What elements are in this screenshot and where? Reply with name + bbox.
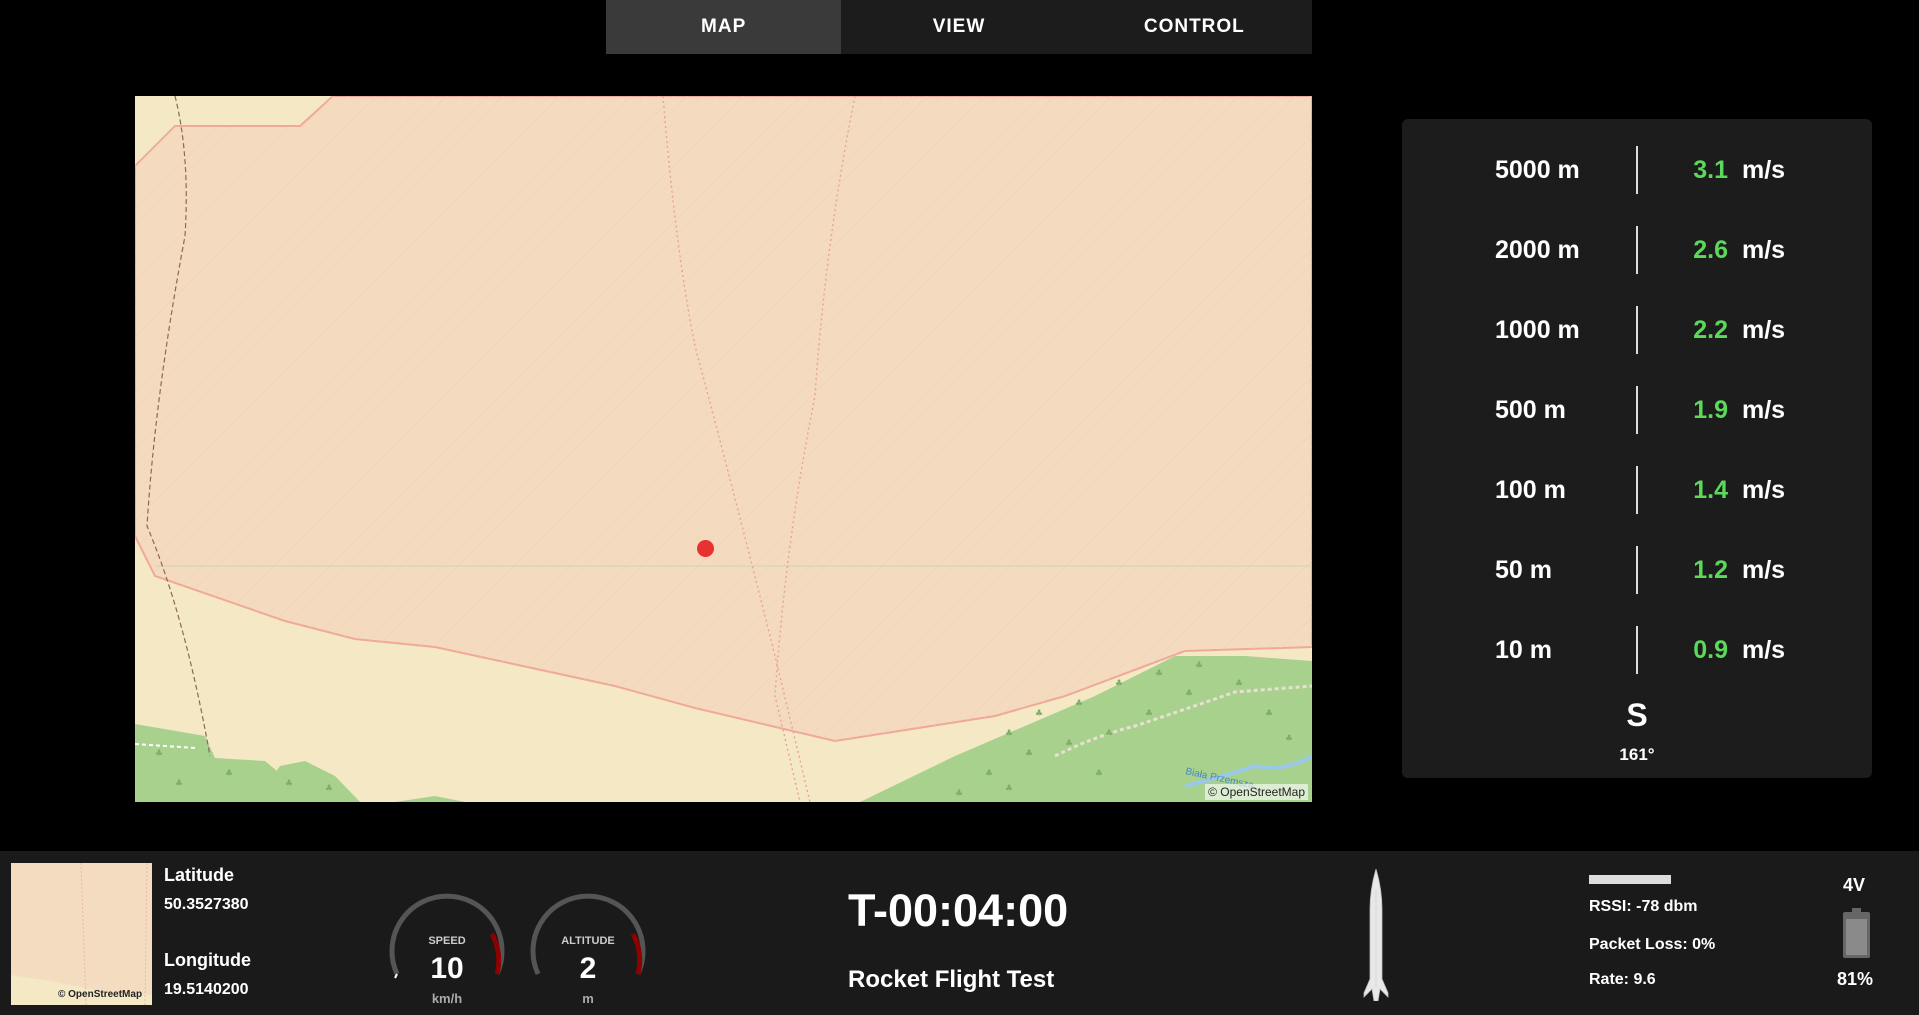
wind-row: 10 m 0.9 m/s: [1402, 626, 1872, 674]
svg-text:♣: ♣: [1095, 769, 1103, 779]
rssi-value: RSSI: -78 dbm: [1589, 898, 1698, 915]
speed-gauge-unit: km/h: [431, 991, 463, 1006]
signal-strength-bar: [1589, 875, 1671, 884]
telemetry-bar: © OpenStreetMap Latitude 50.3527380 Long…: [0, 851, 1919, 1015]
packet-loss-value: Packet Loss: 0%: [1589, 936, 1716, 953]
wind-unit: m/s: [1742, 155, 1786, 184]
longitude-value: 19.5140200: [164, 981, 249, 998]
speed-gauge-value: 10: [430, 952, 464, 985]
minimap-attribution[interactable]: © OpenStreetMap: [58, 989, 142, 1000]
mission-name: Rocket Flight Test: [848, 966, 1055, 993]
battery-percent: 81%: [1837, 969, 1874, 989]
altitude-gauge: ALTITUDE 2 m: [523, 879, 653, 1006]
svg-text:♣: ♣: [985, 769, 993, 779]
latitude-label: Latitude: [164, 865, 234, 885]
speed-gauge-title: SPEED: [428, 935, 466, 947]
divider: [1636, 626, 1638, 674]
wind-speed: 2.6: [1693, 235, 1728, 264]
wind-unit: m/s: [1742, 635, 1786, 664]
svg-text:♣: ♣: [325, 784, 333, 794]
divider: [1636, 546, 1638, 594]
wind-unit: m/s: [1742, 475, 1786, 504]
wind-speed: 1.4: [1693, 475, 1728, 504]
svg-text:♣: ♣: [1155, 669, 1163, 679]
svg-text:♣: ♣: [1265, 709, 1273, 719]
wind-speed: 1.2: [1693, 555, 1728, 584]
svg-text:♣: ♣: [1005, 784, 1013, 794]
wind-altitude: 500 m: [1495, 395, 1566, 424]
map-tiles: Biała Przemsza ♣♣♣ ♣♣♣ ♣♣♣ ♣♣♣ ♣♣♣ ♣ ♣♣ ♣…: [135, 96, 1312, 802]
battery-voltage: 4V: [1843, 875, 1866, 895]
longitude-label: Longitude: [164, 950, 251, 970]
map-view[interactable]: Biała Przemsza ♣ ♣ ♣ ♣ ♣ ♣ ♣ ♣ ♣ ♣ ♣ ♣ ♣ ♣ ♣ ♣ ♣ ♣ ♣…: [135, 96, 1312, 802]
svg-text:♣: ♣: [1145, 709, 1153, 719]
minimap[interactable]: © OpenStreetMap: [11, 863, 152, 1005]
wind-row: 1000 m 2.2 m/s: [1402, 306, 1872, 354]
altitude-gauge-value: 2: [579, 952, 597, 985]
wind-unit: m/s: [1742, 395, 1786, 424]
wind-speed: 1.9: [1693, 395, 1728, 424]
rate-value: Rate: 9.6: [1589, 971, 1656, 988]
svg-text:♣: ♣: [285, 779, 293, 789]
svg-text:♣: ♣: [1025, 749, 1033, 759]
rocket-position-marker[interactable]: [697, 540, 714, 557]
wind-speed: 2.2: [1693, 315, 1728, 344]
svg-text:♣: ♣: [1105, 729, 1113, 739]
wind-altitude: 10 m: [1495, 635, 1552, 664]
rocket-icon: [1363, 869, 1389, 1001]
map-attribution[interactable]: © OpenStreetMap: [1205, 784, 1308, 800]
battery-icon: [1843, 908, 1870, 958]
tab-map[interactable]: MAP: [606, 0, 842, 54]
wind-altitude: 1000 m: [1495, 315, 1580, 344]
divider: [1636, 466, 1638, 514]
wind-row: 5000 m 3.1 m/s: [1402, 146, 1872, 194]
wind-unit: m/s: [1742, 555, 1786, 584]
svg-text:♣: ♣: [1005, 729, 1013, 739]
top-tabs: MAP VIEW CONTROL: [606, 0, 1312, 54]
wind-speed: 0.9: [1693, 635, 1728, 664]
svg-text:♣: ♣: [1195, 661, 1203, 671]
svg-text:♣: ♣: [1075, 699, 1083, 709]
wind-row: 50 m 1.2 m/s: [1402, 546, 1872, 594]
svg-text:♣: ♣: [1285, 734, 1293, 744]
wind-speed: 3.1: [1693, 155, 1728, 184]
wind-profile-panel: 5000 m 3.1 m/s 2000 m 2.6 m/s 1000 m 2.2…: [1402, 119, 1872, 778]
wind-row: 2000 m 2.6 m/s: [1402, 226, 1872, 274]
tab-view[interactable]: VIEW: [841, 0, 1076, 54]
wind-unit: m/s: [1742, 235, 1786, 264]
wind-altitude: 5000 m: [1495, 155, 1580, 184]
svg-text:♣: ♣: [1185, 689, 1193, 699]
tab-control[interactable]: CONTROL: [1077, 0, 1312, 54]
speed-gauge: SPEED 10 km/h: [382, 879, 512, 1006]
minimap-tiles: [11, 863, 152, 1005]
wind-direction: S: [1626, 697, 1648, 733]
divider: [1636, 386, 1638, 434]
svg-text:♣: ♣: [175, 779, 183, 789]
altitude-gauge-unit: m: [582, 991, 594, 1006]
svg-text:♣: ♣: [1235, 679, 1243, 689]
wind-degrees: 161°: [1619, 745, 1655, 764]
altitude-gauge-title: ALTITUDE: [561, 935, 615, 947]
divider: [1636, 146, 1638, 194]
svg-text:♣: ♣: [955, 789, 963, 799]
svg-text:♣: ♣: [1035, 709, 1043, 719]
svg-text:♣: ♣: [155, 749, 163, 759]
wind-row: 100 m 1.4 m/s: [1402, 466, 1872, 514]
wind-altitude: 50 m: [1495, 555, 1552, 584]
svg-text:♣: ♣: [225, 769, 233, 779]
latitude-value: 50.3527380: [164, 896, 249, 913]
divider: [1636, 306, 1638, 354]
svg-text:♣: ♣: [1065, 739, 1073, 749]
divider: [1636, 226, 1638, 274]
wind-altitude: 2000 m: [1495, 235, 1580, 264]
wind-altitude: 100 m: [1495, 475, 1566, 504]
wind-row: 500 m 1.9 m/s: [1402, 386, 1872, 434]
wind-unit: m/s: [1742, 315, 1786, 344]
svg-text:♣: ♣: [1115, 679, 1123, 689]
countdown-timer: T-00:04:00: [848, 885, 1069, 936]
